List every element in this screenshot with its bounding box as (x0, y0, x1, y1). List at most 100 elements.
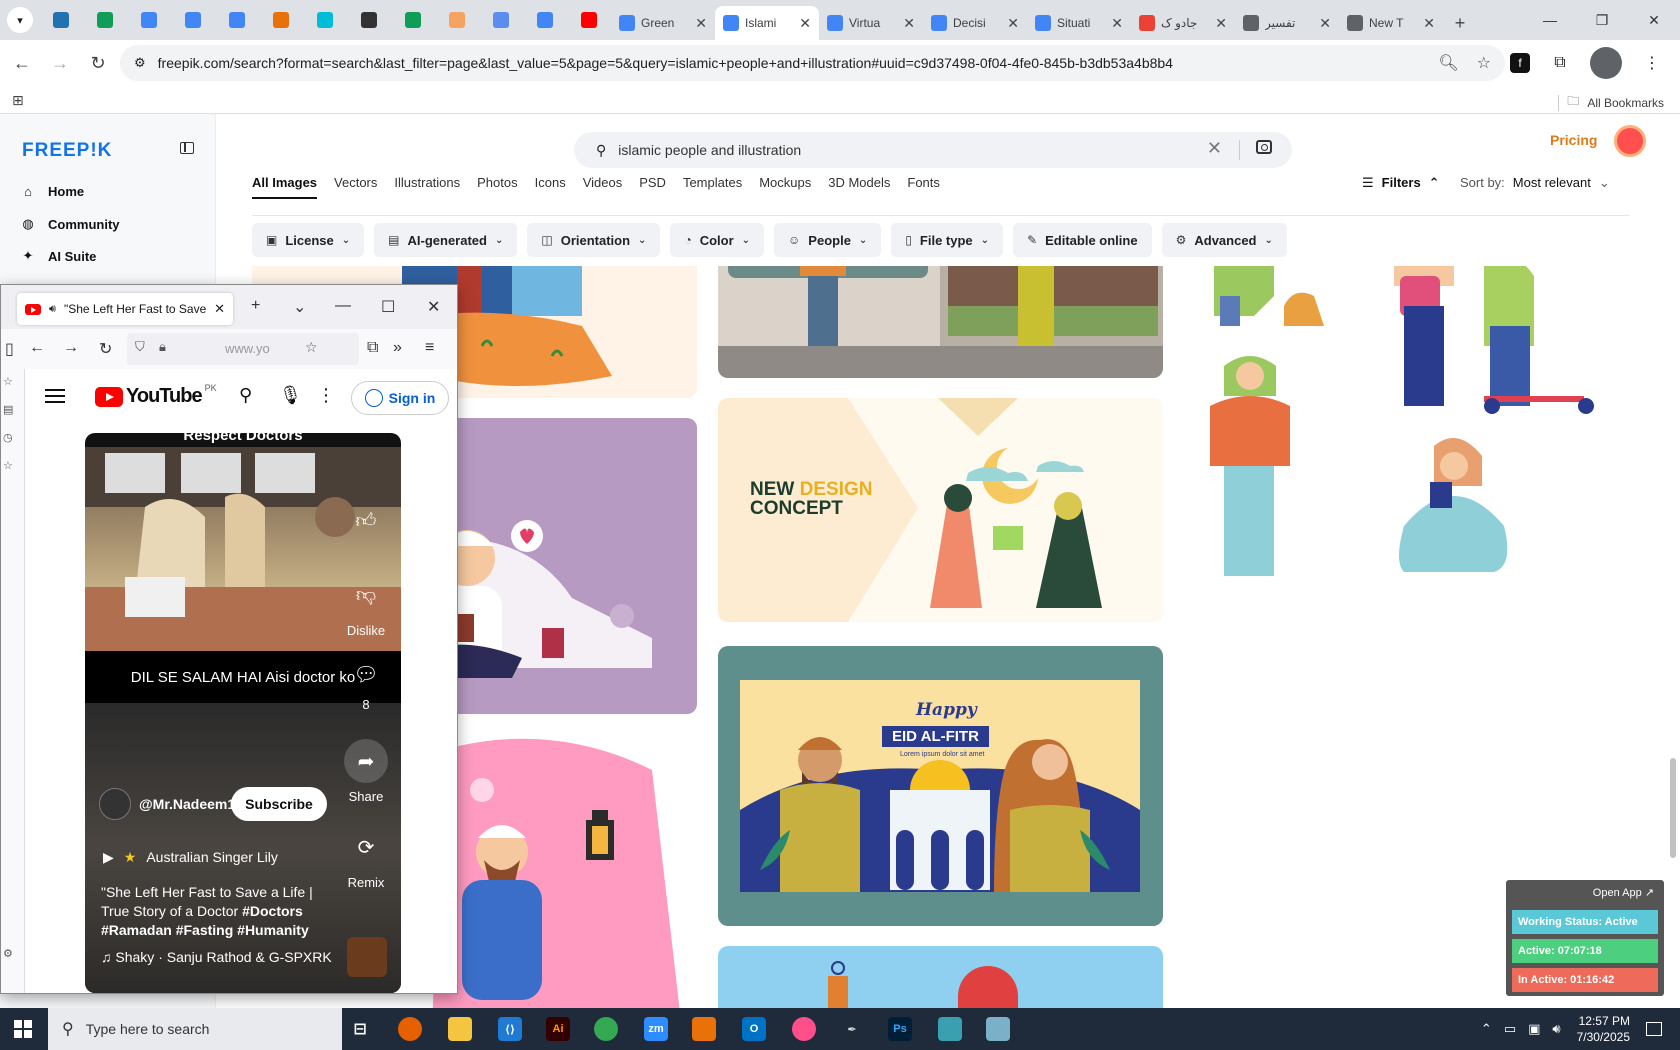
filter-chip-orientation[interactable]: ◫ Orientation ⌄ (527, 223, 661, 257)
zoom-icon[interactable]: zm (644, 1017, 668, 1041)
microphone-icon[interactable]: 🎙︎ (279, 385, 302, 406)
pinned-tab[interactable] (83, 0, 127, 40)
filter-chip-people[interactable]: ☺ People ⌄ (774, 223, 882, 257)
sidebar-item-home[interactable]: ⌂ Home (20, 184, 84, 199)
close-tab-icon[interactable]: ✕ (1215, 15, 1227, 32)
close-window-icon[interactable]: ✕ (427, 297, 440, 317)
forward-icon[interactable]: → (63, 339, 79, 357)
new-tab-icon[interactable]: + (251, 297, 260, 315)
clear-search-icon[interactable]: ✕ (1207, 138, 1222, 159)
sidebar-item-community[interactable]: ◍ Community (20, 216, 119, 232)
sidebar-item-ai-suite[interactable]: ✦ AI Suite (20, 248, 97, 264)
close-tab-icon[interactable]: ✕ (1423, 15, 1435, 32)
youtube-logo[interactable]: YouTube PK (95, 383, 217, 408)
filter-chip-color[interactable]: ◔ Color ⌄ (670, 223, 765, 257)
search-icon[interactable]: ⚲ (239, 385, 252, 406)
firefox-menu-icon[interactable]: ≡ (425, 339, 434, 357)
tab-list-icon[interactable]: ⌄ (293, 297, 306, 317)
illustrator-icon[interactable]: Ai (546, 1017, 570, 1041)
remix-button[interactable]: ⟳ Remix (343, 825, 389, 891)
sidebar-icon[interactable]: ▤ (3, 403, 13, 416)
profile-icon[interactable] (1590, 47, 1622, 79)
maximize-icon[interactable]: ☐ (381, 297, 395, 317)
volume-icon[interactable]: 🔊︎ (1552, 1021, 1560, 1037)
pinned-tab[interactable] (523, 0, 567, 40)
filter-chip-license[interactable]: ▣ License ⌄ (252, 223, 365, 257)
page-scrollbar[interactable] (1670, 758, 1676, 858)
new-tab-button[interactable]: + (1443, 6, 1477, 40)
tab-mockups[interactable]: Mockups (759, 175, 811, 199)
close-tab-icon[interactable]: ✕ (903, 15, 915, 32)
short-description[interactable]: "She Left Her Fast to Save a Life | True… (101, 883, 331, 940)
user-avatar[interactable] (1614, 125, 1646, 157)
tab-videos[interactable]: Videos (583, 175, 623, 199)
overflow-icon[interactable]: » (393, 339, 402, 357)
forward-icon[interactable]: → (44, 47, 76, 79)
browser-tab[interactable]: تفسیر ✕ (1235, 6, 1339, 40)
browser-tab[interactable]: Virtua ✕ (819, 6, 923, 40)
browser-tab[interactable]: Islami ✕ (715, 6, 819, 40)
apps-grid-icon[interactable]: ⊞ (12, 92, 24, 109)
tab-fonts[interactable]: Fonts (907, 175, 940, 199)
sound-thumbnail[interactable] (347, 937, 387, 977)
browser-tab[interactable]: New T ✕ (1339, 6, 1443, 40)
pinned-tab[interactable] (347, 0, 391, 40)
channel-avatar[interactable] (99, 788, 131, 820)
bookmarks-icon[interactable]: ☆ (3, 459, 13, 472)
search-input[interactable]: islamic people and illustration (618, 142, 801, 158)
channel-name[interactable]: @Mr.Nadeem1414 (139, 795, 259, 813)
tab-vectors[interactable]: Vectors (334, 175, 377, 199)
firefox-url-bar[interactable]: ⛉ 🔒︎ www.yo ☆ (127, 333, 359, 365)
camera-search-icon[interactable] (1256, 140, 1272, 154)
extensions-icon[interactable]: ⧉ (367, 339, 378, 357)
close-tab-icon[interactable]: ✕ (799, 15, 811, 32)
clock[interactable]: 12:57 PM 7/30/2025 (1577, 1013, 1630, 1045)
tab-psd[interactable]: PSD (639, 175, 666, 199)
minimize-icon[interactable]: — (335, 297, 351, 315)
back-icon[interactable]: ← (29, 339, 45, 357)
restore-icon[interactable]: ❐ (1576, 0, 1628, 40)
browser-tab[interactable]: Situati ✕ (1027, 6, 1131, 40)
firefox-icon[interactable] (398, 1017, 422, 1041)
close-tab-icon[interactable]: ✕ (1319, 15, 1331, 32)
close-icon[interactable]: ✕ (1628, 0, 1680, 40)
pinned-tab[interactable] (479, 0, 523, 40)
close-tab-icon[interactable]: ✕ (695, 15, 707, 32)
pinned-tab[interactable] (171, 0, 215, 40)
sidebar-toggle-icon[interactable]: ▯ (5, 339, 14, 359)
speaker-icon[interactable]: 🔊︎ (49, 303, 56, 316)
like-button[interactable]: 👍︎ (343, 499, 389, 549)
pinned-tab[interactable] (303, 0, 347, 40)
tab-all-images[interactable]: All Images (252, 175, 318, 199)
app-icon[interactable] (692, 1017, 716, 1041)
monitor-icon[interactable]: ▣ (1528, 1021, 1540, 1037)
address-bar[interactable]: ⚙ freepik.com/search?format=search&last_… (120, 45, 1505, 81)
tab-photos[interactable]: Photos (477, 175, 517, 199)
filters-button[interactable]: ☰ Filters ⌃ (1362, 175, 1440, 191)
network-icon[interactable]: ▭ (1504, 1021, 1516, 1037)
sidebar-icon[interactable]: ☆ (3, 375, 13, 388)
music-credit[interactable]: ♫ Shaky · Sanju Rathod & G-SPXRK (101, 949, 332, 965)
task-view-icon[interactable]: ⊟ (348, 1017, 372, 1041)
tab-icons[interactable]: Icons (535, 175, 566, 199)
extension-f-icon[interactable]: f (1510, 53, 1530, 73)
pinned-tab[interactable] (39, 0, 83, 40)
song-row[interactable]: ▶ ★ Australian Singer Lily (103, 849, 278, 866)
creative-cloud-icon[interactable] (792, 1017, 816, 1041)
lock-icon[interactable]: 🔒︎ (159, 339, 166, 355)
filter-chip-ai-generated[interactable]: ▤ AI-generated ⌄ (374, 223, 518, 257)
filter-chip-advanced[interactable]: ⚙ Advanced ⌄ (1161, 223, 1287, 257)
result-card[interactable]: NEW DESIGN CONCEPT (718, 398, 1163, 622)
vscode-icon[interactable]: ⟨⟩ (498, 1017, 522, 1041)
taskbar-search[interactable]: ⚲ Type here to search (48, 1008, 342, 1050)
close-tab-icon[interactable]: ✕ (214, 301, 225, 317)
youtube-short-player[interactable]: Respect Doctors DIL SE SALAM HAI Aisi do… (85, 433, 401, 993)
tab-illustrations[interactable]: Illustrations (394, 175, 460, 199)
result-card[interactable] (718, 946, 1163, 1008)
all-bookmarks[interactable]: 🗀 All Bookmarks (1558, 92, 1664, 113)
extensions-puzzle-icon[interactable]: ⧉ (1544, 47, 1576, 79)
chevron-up-icon[interactable]: ⌃ (1481, 1021, 1492, 1037)
result-card[interactable]: Happy EID AL-FITR Lorem ipsum dolor sit … (718, 646, 1163, 926)
more-options-icon[interactable]: ⋮ (317, 385, 335, 406)
notifications-icon[interactable] (1646, 1022, 1662, 1036)
